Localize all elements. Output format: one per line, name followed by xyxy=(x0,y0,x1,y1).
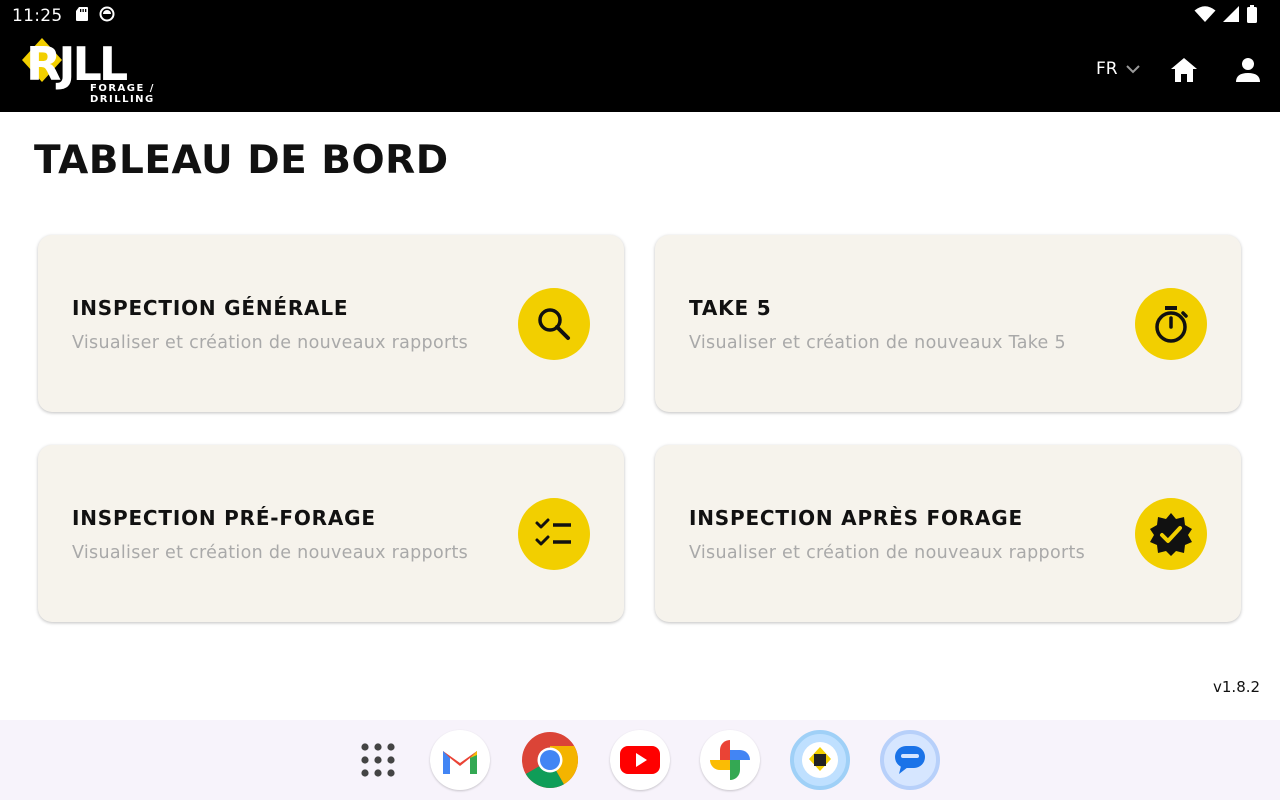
card-description: Visualiser et création de nouveaux rappo… xyxy=(72,543,469,563)
card-inspection-generale[interactable]: INSPECTION GÉNÉRALE Visualiser et créati… xyxy=(38,235,624,412)
logo-subtitle-1: FORAGE / xyxy=(90,83,155,94)
sd-card-icon xyxy=(75,6,89,27)
verified-badge-icon xyxy=(1135,498,1207,570)
page-title: TABLEAU DE BORD xyxy=(34,138,449,183)
app-dock xyxy=(0,720,1280,800)
youtube-icon[interactable] xyxy=(610,730,670,790)
card-title: INSPECTION GÉNÉRALE xyxy=(72,296,349,320)
card-title: INSPECTION PRÉ-FORAGE xyxy=(72,506,376,530)
app-header: RJLL FORAGE / DRILLING FR xyxy=(0,32,1280,112)
status-bar: 11:25 xyxy=(0,0,1280,32)
card-description: Visualiser et création de nouveaux rappo… xyxy=(689,543,1086,563)
rjll-logo: RJLL FORAGE / DRILLING xyxy=(20,36,156,108)
card-description: Visualiser et création de nouveaux Take … xyxy=(689,333,1066,353)
app-drawer-icon[interactable] xyxy=(348,730,408,790)
chevron-down-icon xyxy=(1125,59,1140,79)
gmail-icon[interactable] xyxy=(430,730,490,790)
person-icon xyxy=(1236,58,1260,82)
wifi-icon xyxy=(1194,5,1216,28)
sync-icon xyxy=(99,6,115,27)
app-version: v1.8.2 xyxy=(1213,678,1261,696)
card-inspection-apres-forage[interactable]: INSPECTION APRÈS FORAGE Visualiser et cr… xyxy=(655,445,1241,622)
rjll-app-icon[interactable] xyxy=(790,730,850,790)
cell-signal-icon xyxy=(1222,5,1240,28)
messages-icon[interactable] xyxy=(880,730,940,790)
card-inspection-pre-forage[interactable]: INSPECTION PRÉ-FORAGE Visualiser et créa… xyxy=(38,445,624,622)
language-selector[interactable]: FR xyxy=(1096,59,1140,79)
stopwatch-icon xyxy=(1135,288,1207,360)
home-icon xyxy=(1171,58,1197,82)
checklist-icon xyxy=(518,498,590,570)
card-title: TAKE 5 xyxy=(689,296,772,320)
profile-button[interactable] xyxy=(1232,54,1264,86)
card-description: Visualiser et création de nouveaux rappo… xyxy=(72,333,469,353)
battery-icon xyxy=(1246,4,1258,28)
photos-icon[interactable] xyxy=(700,730,760,790)
home-button[interactable] xyxy=(1168,54,1200,86)
chrome-icon[interactable] xyxy=(520,730,580,790)
card-take-5[interactable]: TAKE 5 Visualiser et création de nouveau… xyxy=(655,235,1241,412)
card-title: INSPECTION APRÈS FORAGE xyxy=(689,506,1023,530)
logo-subtitle-2: DRILLING xyxy=(90,94,155,105)
search-icon xyxy=(518,288,590,360)
language-label: FR xyxy=(1096,59,1118,79)
clock: 11:25 xyxy=(12,6,63,26)
